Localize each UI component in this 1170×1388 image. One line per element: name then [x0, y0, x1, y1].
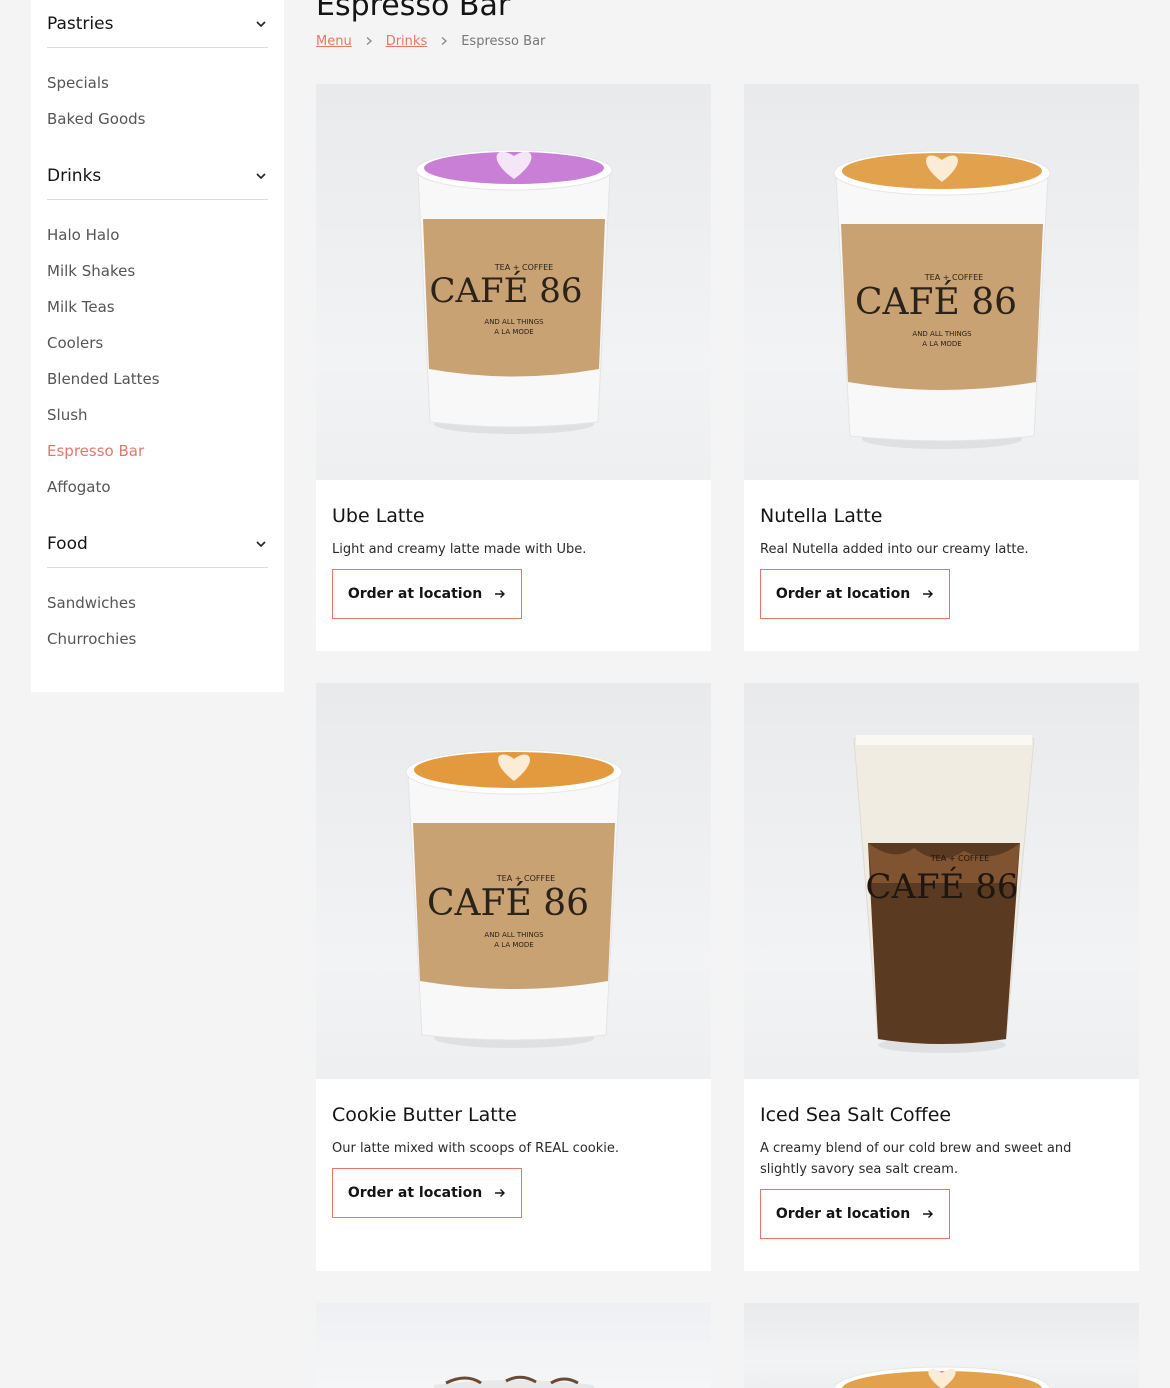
breadcrumb-current: Espresso Bar	[461, 33, 546, 49]
sleeve-brand-text: CAFÉ 86	[427, 882, 589, 924]
order-at-location-button[interactable]: Order at location	[332, 1168, 522, 1218]
product-image[interactable]: CAFÉ 86 TEA + COFFEE AND ALL THINGS A LA…	[316, 84, 711, 480]
sidebar-item-baked-goods[interactable]: Baked Goods	[47, 109, 145, 129]
sidebar-item-milk-teas[interactable]: Milk Teas	[47, 297, 115, 317]
product-description: Light and creamy latte made with Ube.	[332, 542, 587, 557]
order-button-label: Order at location	[775, 1206, 911, 1222]
breadcrumb-menu-link[interactable]: Menu	[316, 34, 352, 49]
product-name: Nutella Latte	[760, 505, 883, 527]
product-name: Iced Sea Salt Coffee	[760, 1104, 952, 1126]
category-header-food[interactable]: Food	[47, 520, 268, 568]
product-image[interactable]: CAFÉ 86 TEA + COFFEE	[744, 683, 1139, 1079]
arrow-right-icon	[495, 1189, 506, 1197]
sleeve-bottom-text: AND ALL THINGS	[484, 318, 544, 326]
chevron-down-icon	[256, 540, 266, 547]
product-card: CAFÉ 86 TEA + COFFEE AND ALL THINGS A LA…	[316, 683, 711, 1271]
order-at-location-button[interactable]: Order at location	[332, 569, 522, 619]
arrow-right-icon	[923, 590, 934, 598]
product-description: Real Nutella added into our creamy latte…	[760, 542, 1029, 557]
product-name: Ube Latte	[332, 505, 425, 527]
product-card-partial	[316, 1303, 711, 1388]
chevron-right-icon	[427, 36, 461, 46]
hot-cup-illustration: CAFÉ 86 TEA + COFFEE AND ALL THINGS A LA…	[415, 149, 613, 434]
hot-cup-illustration: CAFÉ 86 TEA + COFFEE AND ALL THINGS A LA…	[833, 150, 1051, 449]
sleeve-top-text: TEA + COFFEE	[494, 263, 553, 272]
product-image[interactable]: CAFÉ 86 TEA + COFFEE AND ALL THINGS A LA…	[316, 683, 711, 1079]
sidebar-item-slush[interactable]: Slush	[47, 405, 88, 425]
category-title: Drinks	[47, 165, 102, 186]
sleeve-brand-text: CAFÉ 86	[855, 281, 1017, 323]
sleeve-top-text: TEA + COFFEE	[496, 874, 555, 883]
breadcrumb-drinks-link[interactable]: Drinks	[386, 34, 428, 49]
product-image[interactable]	[316, 1303, 711, 1388]
arrow-right-icon	[495, 590, 506, 598]
chevron-right-icon	[352, 36, 386, 46]
cup-illustration-partial	[833, 1366, 1051, 1388]
iced-cup-illustration: CAFÉ 86 TEA + COFFEE	[853, 735, 1035, 1053]
cup-brand-text: CAFÉ 86	[865, 866, 1018, 907]
category-title: Food	[47, 533, 88, 554]
chevron-down-icon	[256, 172, 266, 179]
sidebar-item-espresso-bar[interactable]: Espresso Bar	[47, 441, 144, 461]
sidebar-item-halo-halo[interactable]: Halo Halo	[47, 225, 119, 245]
product-image[interactable]: CAFÉ 86 TEA + COFFEE AND ALL THINGS A LA…	[744, 84, 1139, 480]
order-at-location-button[interactable]: Order at location	[760, 1189, 950, 1239]
sleeve-bottom-text: A LA MODE	[494, 328, 533, 336]
category-header-pastries[interactable]: Pastries	[47, 0, 268, 48]
product-description: Our latte mixed with scoops of REAL cook…	[332, 1141, 620, 1156]
sidebar-item-coolers[interactable]: Coolers	[47, 333, 103, 353]
arrow-right-icon	[923, 1210, 934, 1218]
product-description: A creamy blend of our cold brew and swee…	[760, 1141, 1072, 1177]
product-image[interactable]	[744, 1303, 1139, 1388]
order-button-label: Order at location	[347, 586, 483, 602]
product-card: CAFÉ 86 TEA + COFFEE Iced Sea Salt Coffe…	[744, 683, 1139, 1271]
sleeve-bottom-text: AND ALL THINGS	[912, 330, 972, 338]
cup-top-text: TEA + COFFEE	[930, 854, 989, 863]
order-button-label: Order at location	[347, 1185, 483, 1201]
hot-cup-illustration: CAFÉ 86 TEA + COFFEE AND ALL THINGS A LA…	[405, 749, 623, 1048]
chevron-down-icon	[256, 20, 266, 27]
cup-illustration-partial	[434, 1375, 594, 1388]
category-sidebar: Pastries Specials Baked Goods Drinks Hal…	[31, 0, 284, 692]
sidebar-item-churrochies[interactable]: Churrochies	[47, 629, 136, 649]
product-card: CAFÉ 86 TEA + COFFEE AND ALL THINGS A LA…	[316, 84, 711, 651]
sidebar-item-blended-lattes[interactable]: Blended Lattes	[47, 369, 160, 389]
order-button-label: Order at location	[775, 586, 911, 602]
sleeve-bottom-text: A LA MODE	[494, 941, 533, 949]
sleeve-bottom-text: AND ALL THINGS	[484, 931, 544, 939]
product-name: Cookie Butter Latte	[332, 1104, 517, 1126]
sidebar-item-affogato[interactable]: Affogato	[47, 477, 111, 497]
sidebar-item-specials[interactable]: Specials	[47, 73, 109, 93]
sleeve-top-text: TEA + COFFEE	[924, 273, 983, 282]
sleeve-bottom-text: A LA MODE	[922, 340, 961, 348]
page-title: Espresso Bar	[316, 0, 511, 23]
sidebar-item-sandwiches[interactable]: Sandwiches	[47, 593, 136, 613]
sleeve-brand-text: CAFÉ 86	[429, 270, 582, 311]
breadcrumb: Menu Drinks Espresso Bar	[316, 32, 545, 50]
category-header-drinks[interactable]: Drinks	[47, 152, 268, 200]
sidebar-item-milk-shakes[interactable]: Milk Shakes	[47, 261, 135, 281]
product-card-partial	[744, 1303, 1139, 1388]
order-at-location-button[interactable]: Order at location	[760, 569, 950, 619]
product-card: CAFÉ 86 TEA + COFFEE AND ALL THINGS A LA…	[744, 84, 1139, 651]
category-title: Pastries	[47, 13, 114, 34]
